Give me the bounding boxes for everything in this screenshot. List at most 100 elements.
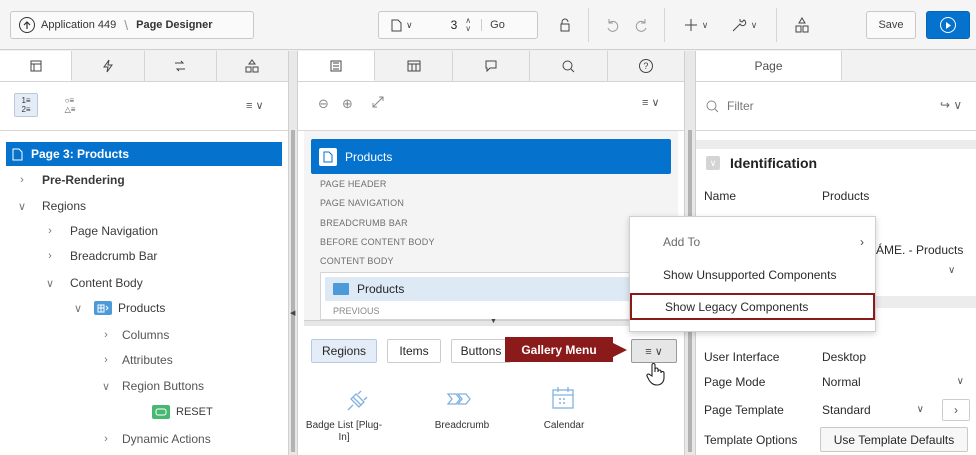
page-mode-select[interactable]: Normal (822, 375, 861, 389)
name-input[interactable]: Products (822, 189, 869, 203)
gallery-context-menu: Add To › Show Unsupported Components Sho… (629, 216, 876, 332)
filter-placeholder: Filter (727, 99, 754, 113)
menu-item-add-to[interactable]: Add To › (630, 228, 876, 255)
layout-position-label: PREVIOUS (333, 306, 380, 316)
processing-icon (173, 60, 187, 72)
prop-name: Name Products (698, 183, 976, 208)
redo-icon[interactable] (630, 11, 652, 39)
page-icon[interactable]: ∨ (391, 19, 413, 32)
tree-node-region-buttons[interactable]: ∨ Region Buttons (100, 374, 204, 398)
left-pane-menu[interactable]: ≡ ∨ (246, 96, 278, 114)
chevron-right-icon[interactable]: › (100, 433, 112, 445)
save-button[interactable]: Save (866, 11, 916, 39)
help-icon: ? (638, 59, 653, 73)
tree-node-label: RESET (176, 406, 213, 418)
expand-icon[interactable] (372, 96, 384, 108)
prop-page-mode[interactable]: Page Mode Normal ∨ (698, 369, 976, 394)
template-options-button[interactable]: Use Template Defaults (820, 427, 968, 452)
chevron-right-icon[interactable]: › (100, 329, 112, 341)
tree-node-reset[interactable]: RESET (152, 400, 213, 424)
chevron-down-icon[interactable]: ∨ (44, 277, 56, 290)
prop-label: Name (704, 188, 737, 203)
undo-icon[interactable] (602, 11, 624, 39)
menu-item-show-legacy[interactable]: Show Legacy Components (630, 293, 875, 320)
prop-value: Desktop (822, 349, 867, 364)
tab-layout[interactable] (298, 51, 376, 81)
tree-node-products[interactable]: ∨ Products (72, 296, 165, 320)
create-icon[interactable]: ∨ (676, 11, 716, 39)
prop-label: Page Mode (704, 374, 766, 389)
gallery-tab-items[interactable]: Items (387, 339, 441, 363)
zoom-out-icon[interactable]: ⊖ (318, 96, 329, 112)
hand-cursor-icon (646, 362, 666, 386)
tree-order-button[interactable]: 1≡ 2≡ (14, 93, 38, 117)
tree-node-label: Dynamic Actions (122, 432, 211, 446)
gallery-item-calendar[interactable]: Calendar (524, 420, 604, 431)
tree-node-attributes[interactable]: › Attributes (100, 348, 173, 372)
tab-shared[interactable] (217, 51, 288, 81)
tree-node-page-navigation[interactable]: › Page Navigation (44, 219, 158, 243)
tree-node-content-body[interactable]: ∨ Content Body (44, 271, 143, 295)
tab-search[interactable] (530, 51, 608, 81)
left-splitter[interactable]: ◀ (288, 51, 298, 455)
tab-dynamic-actions[interactable] (72, 51, 145, 81)
tab-messages[interactable] (453, 51, 531, 81)
gallery-item-breadcrumb[interactable]: Breadcrumb (422, 420, 502, 431)
page-stepper-icon[interactable]: ∧ ∨ (465, 17, 471, 33)
tree-sort-button[interactable]: ○≡ △≡ (58, 93, 82, 117)
chevron-down-icon[interactable]: ∨ (706, 156, 720, 170)
shared-components-icon[interactable] (790, 11, 814, 39)
menu-item-show-unsupported[interactable]: Show Unsupported Components (630, 261, 876, 288)
zoom-in-icon[interactable]: ⊕ (342, 96, 353, 112)
go-to-group-icon[interactable]: ↪ ∨ (940, 98, 962, 112)
layout-page-header[interactable]: Products (311, 139, 671, 174)
chevron-down-icon[interactable]: ∨ (948, 265, 955, 276)
run-button[interactable] (926, 11, 970, 39)
wrench-icon[interactable]: ∨ (724, 11, 764, 39)
chevron-down-icon[interactable]: ∨ (917, 404, 924, 415)
chevron-right-icon[interactable]: › (942, 398, 970, 421)
filter-input[interactable]: Filter (706, 96, 936, 116)
tree-node-page[interactable]: Page 3: Products (6, 142, 282, 166)
title-value-partial[interactable]: ÁME. - Products (876, 243, 963, 257)
tree-node-pre-rendering[interactable]: › Pre-Rendering (16, 168, 125, 192)
up-arrow-icon[interactable] (19, 17, 35, 33)
gallery-tab-buttons[interactable]: Buttons (451, 339, 511, 363)
chevron-down-icon[interactable]: ∨ (16, 200, 28, 213)
tree-node-dynamic-actions[interactable]: › Dynamic Actions (100, 427, 211, 451)
tree-node-label: Page 3: Products (31, 147, 130, 161)
chevron-right-icon[interactable]: › (100, 354, 112, 366)
tree-node-breadcrumb-bar[interactable]: › Breadcrumb Bar (44, 244, 157, 268)
prop-page-template[interactable]: Page Template Standard ∨ › (698, 397, 976, 422)
tree-node-regions[interactable]: ∨ Regions (16, 194, 86, 218)
chevron-down-icon[interactable]: ∨ (100, 380, 112, 393)
tab-rendering[interactable] (0, 51, 73, 81)
lock-icon[interactable] (552, 11, 578, 39)
chevron-down-icon[interactable]: ∨ (72, 302, 84, 315)
gallery-menu-callout: Gallery Menu (505, 337, 613, 362)
layout-position-label: BEFORE CONTENT BODY (320, 237, 435, 247)
go-button[interactable]: Go (481, 19, 505, 31)
gallery-menu-button[interactable]: ≡ ∨ (631, 339, 677, 363)
layout-region-header[interactable]: Products (325, 277, 675, 301)
page-number-input[interactable]: 3 (451, 18, 458, 32)
tab-page[interactable]: Page (696, 51, 842, 81)
section-identification[interactable]: ∨ Identification (706, 155, 817, 171)
gallery-item-badge-list[interactable]: Badge List [Plug-In] (303, 420, 385, 444)
tab-processing[interactable] (145, 51, 217, 81)
page-template-select[interactable]: Standard (822, 403, 871, 417)
layout-region[interactable]: Products PREVIOUS (320, 272, 678, 320)
app-link[interactable]: Application 449 (41, 19, 116, 31)
tree-node-columns[interactable]: › Columns (100, 323, 169, 347)
layout-menu-button[interactable]: ≡ ∨ (642, 96, 660, 109)
chevron-right-icon[interactable]: › (16, 174, 28, 186)
chevron-right-icon[interactable]: › (44, 225, 56, 237)
collapse-left-icon[interactable]: ◀ (290, 309, 295, 317)
chevron-right-icon[interactable]: › (44, 250, 56, 262)
tab-component-view[interactable] (375, 51, 453, 81)
tab-help[interactable]: ? (608, 51, 684, 81)
menu-item-label: Show Unsupported Components (663, 267, 837, 282)
page-icon (12, 148, 23, 161)
gallery-tab-regions[interactable]: Regions (311, 339, 377, 363)
chevron-down-icon[interactable]: ∨ (957, 376, 964, 387)
